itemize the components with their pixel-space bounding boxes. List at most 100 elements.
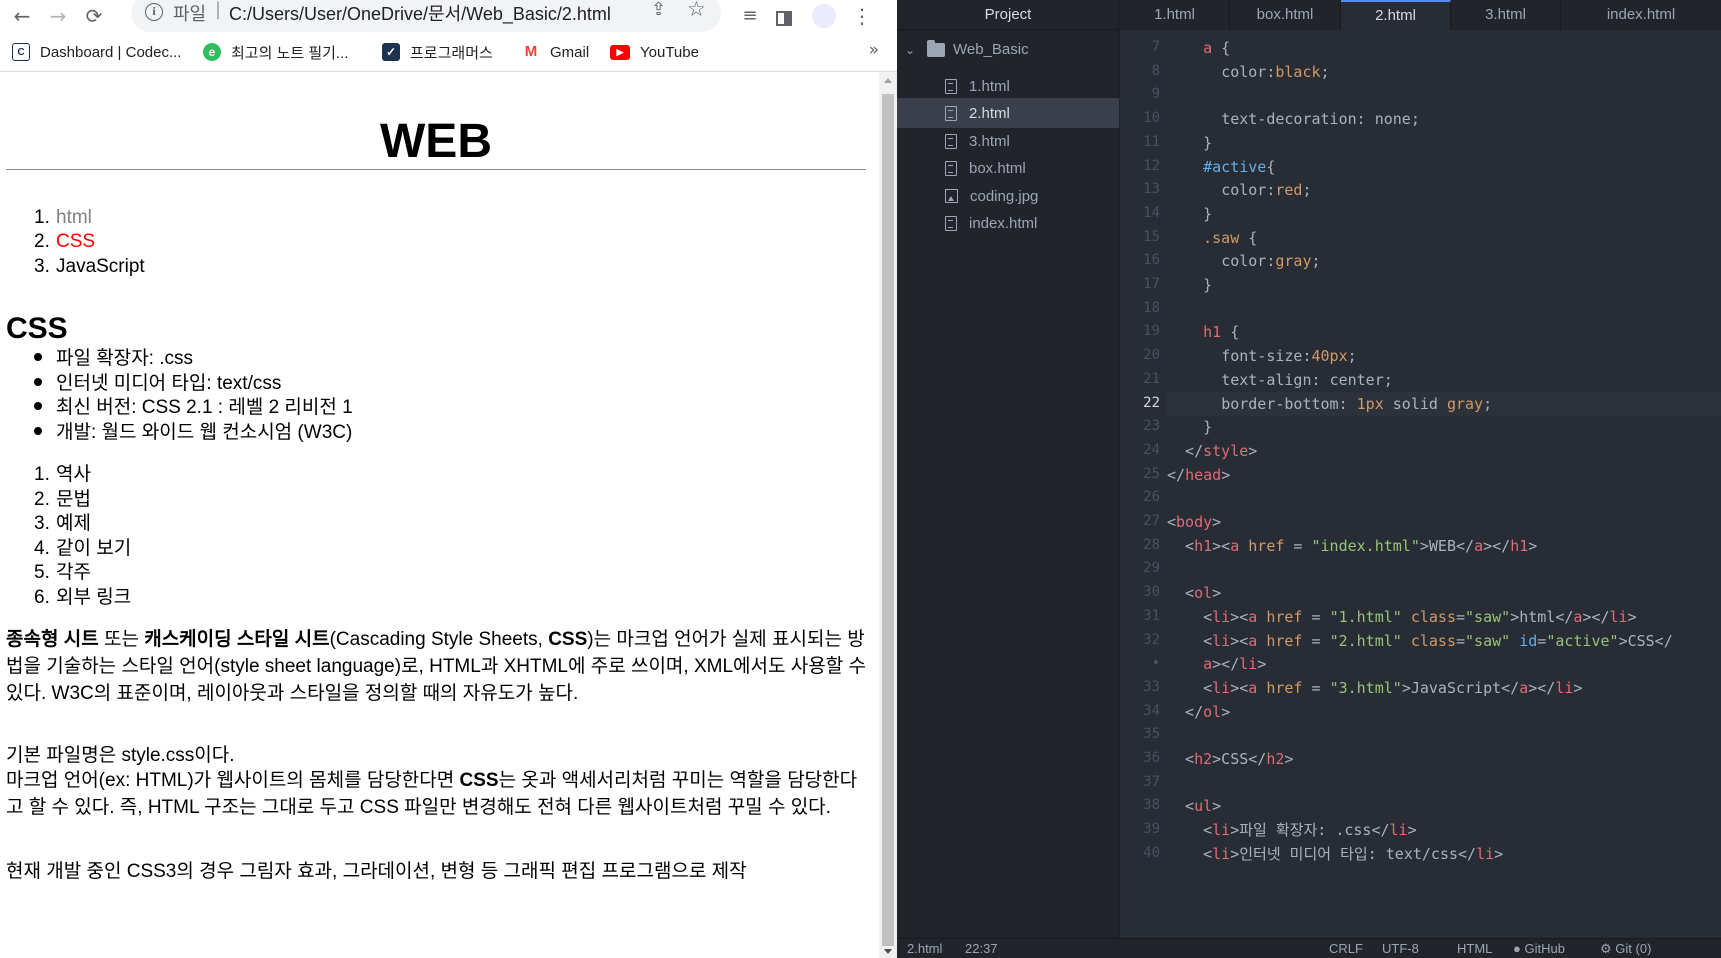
code-line[interactable]: a></li>	[1167, 652, 1266, 676]
code-line[interactable]: text-decoration: none;	[1167, 107, 1420, 131]
code-line[interactable]: <ol>	[1167, 581, 1221, 605]
status-cursor-position[interactable]: 22:37	[965, 941, 998, 956]
code-token: "3.html"	[1329, 678, 1402, 697]
code-line[interactable]: <body>	[1167, 510, 1221, 534]
code-line[interactable]: <li><a href = "3.html">JavaScript</a></l…	[1167, 676, 1582, 700]
code-line[interactable]: border-bottom: 1px solid gray;	[1167, 391, 1721, 416]
tree-file-box-html[interactable]: box.html	[897, 153, 1119, 183]
status-line-ending[interactable]: CRLF	[1329, 941, 1363, 956]
code-token: li	[1476, 844, 1495, 863]
code-line[interactable]: font-size:40px;	[1167, 344, 1356, 368]
address-bar[interactable]: i 파일 | C:/Users/User/OneDrive/문서/Web_Bas…	[131, 0, 721, 32]
code-token: >	[1248, 441, 1258, 460]
code-line[interactable]: #active{	[1167, 155, 1275, 179]
status-git[interactable]: ⚙ Git (0)	[1600, 941, 1651, 957]
menu-kebab-icon[interactable]: ⋮	[848, 2, 876, 30]
code-line[interactable]: }	[1167, 415, 1212, 439]
tab-1-html[interactable]: 1.html	[1120, 0, 1230, 30]
page-scrollbar[interactable]	[879, 72, 897, 958]
tab-3-html[interactable]: 3.html	[1451, 0, 1561, 30]
nav-item-css: 2. CSS	[34, 230, 95, 254]
code-line[interactable]: </ol>	[1167, 700, 1230, 724]
site-info-icon[interactable]: i	[145, 3, 163, 21]
bookmark-youtube[interactable]: ▶ YouTube	[610, 41, 699, 63]
tree-file-coding-jpg[interactable]: coding.jpg	[897, 181, 1119, 211]
tab-index-html[interactable]: index.html	[1561, 0, 1721, 30]
line-number: 19	[1143, 323, 1160, 340]
line-number: 28	[1143, 536, 1160, 553]
code-line[interactable]: color:red;	[1167, 178, 1311, 202]
code-line[interactable]: h1 {	[1167, 320, 1239, 344]
code-line[interactable]: <li><a href = "1.html" class="saw">html<…	[1167, 605, 1637, 629]
scroll-down-arrow-icon[interactable]	[884, 949, 892, 954]
tab-box-html[interactable]: box.html	[1230, 0, 1341, 30]
browser-window: ← → ⟳ i 파일 | C:/Users/User/OneDrive/문서/W…	[0, 0, 897, 958]
code-line[interactable]: color:gray;	[1167, 249, 1320, 273]
bookmark-gmail[interactable]: M Gmail	[522, 41, 589, 63]
profile-avatar[interactable]	[810, 2, 838, 30]
forward-button[interactable]: →	[44, 2, 72, 30]
share-icon[interactable]: ⇪	[651, 0, 666, 20]
code-line[interactable]: <ul>	[1167, 794, 1221, 818]
scroll-up-arrow-icon[interactable]	[884, 78, 892, 83]
side-panel-icon[interactable]	[770, 2, 798, 30]
bookmark-star-icon[interactable]: ☆	[687, 0, 706, 21]
list-number: 4.	[34, 538, 50, 559]
code-token: a	[1519, 678, 1529, 697]
tree-file-1-html[interactable]: 1.html	[897, 71, 1119, 101]
nav-link-css[interactable]: CSS	[56, 231, 95, 252]
code-token: ol	[1203, 702, 1222, 721]
heading-link[interactable]: WEB	[380, 115, 492, 168]
list-number: 3.	[34, 513, 50, 534]
status-encoding[interactable]: UTF-8	[1382, 941, 1419, 956]
status-grammar[interactable]: HTML	[1457, 941, 1492, 956]
scrollbar-thumb[interactable]	[882, 94, 894, 946]
bookmarks-more-button[interactable]: »	[869, 40, 879, 60]
code-token: =	[1302, 678, 1330, 697]
code-line[interactable]: <li><a href = "2.html" class="saw" id="a…	[1167, 629, 1673, 653]
code-line[interactable]: <h2>CSS</h2>	[1167, 747, 1293, 771]
bold-term: CSS	[459, 770, 499, 791]
tree-file-2-html[interactable]: 2.html	[897, 98, 1119, 128]
back-button[interactable]: ←	[8, 2, 36, 30]
code-line[interactable]: }	[1167, 273, 1212, 297]
tree-file-3-html[interactable]: 3.html	[897, 126, 1119, 156]
code-line[interactable]: <li>파일 확장자: .css</li>	[1167, 818, 1417, 842]
code-token: <	[1167, 821, 1213, 840]
bookmark-evernote[interactable]: e 최고의 노트 필기...	[203, 41, 348, 63]
code-line[interactable]: a {	[1167, 36, 1230, 60]
code-line[interactable]: .saw {	[1167, 226, 1257, 250]
code-area[interactable]: 7 a {8 color:black; 9 10 text-decoration: …	[1120, 30, 1721, 938]
tree-file-index-html[interactable]: index.html	[897, 208, 1119, 238]
code-line[interactable]: color:black;	[1167, 60, 1329, 84]
code-line[interactable]: </style>	[1167, 439, 1257, 463]
code-line[interactable]: </head>	[1167, 463, 1230, 487]
code-token: ;	[1383, 370, 1393, 389]
project-tree-header[interactable]: Project	[897, 0, 1119, 30]
reload-button[interactable]: ⟳	[80, 2, 108, 30]
toc-label: 같이 보기	[56, 538, 132, 559]
code-line[interactable]: text-align: center;	[1167, 368, 1393, 392]
fact-item: 파일 확장자: .css	[34, 347, 193, 371]
bookmark-programmers[interactable]: ✓ 프로그래머스	[382, 41, 493, 63]
code-token: <	[1167, 750, 1195, 768]
code-line[interactable]: }	[1167, 202, 1212, 226]
tab-2-html[interactable]: 2.html	[1341, 0, 1451, 30]
code-line[interactable]: <li>인터넷 미디어 타입: text/css</li>	[1167, 842, 1503, 866]
status-file-name[interactable]: 2.html	[907, 941, 942, 956]
bookmark-codecademy[interactable]: C Dashboard | Codec...	[12, 41, 181, 63]
address-url[interactable]: C:/Users/User/OneDrive/문서/Web_Basic/2.ht…	[229, 0, 611, 26]
nav-link-html[interactable]: html	[56, 207, 92, 228]
code-token: {	[1266, 157, 1276, 176]
reading-list-icon[interactable]: ≡	[736, 2, 764, 30]
tree-root-folder[interactable]: ⌄ Web_Basic	[905, 39, 1029, 58]
code-token: >	[1221, 702, 1231, 721]
code-token: >html</	[1510, 607, 1574, 626]
code-line[interactable]: }	[1167, 131, 1212, 155]
status-github[interactable]: ● GitHub	[1513, 941, 1565, 956]
bullet-icon	[34, 352, 42, 361]
code-line[interactable]: <h1><a href = "index.html">WEB</a></h1>	[1167, 534, 1537, 558]
nav-link-javascript[interactable]: JavaScript	[56, 256, 145, 277]
